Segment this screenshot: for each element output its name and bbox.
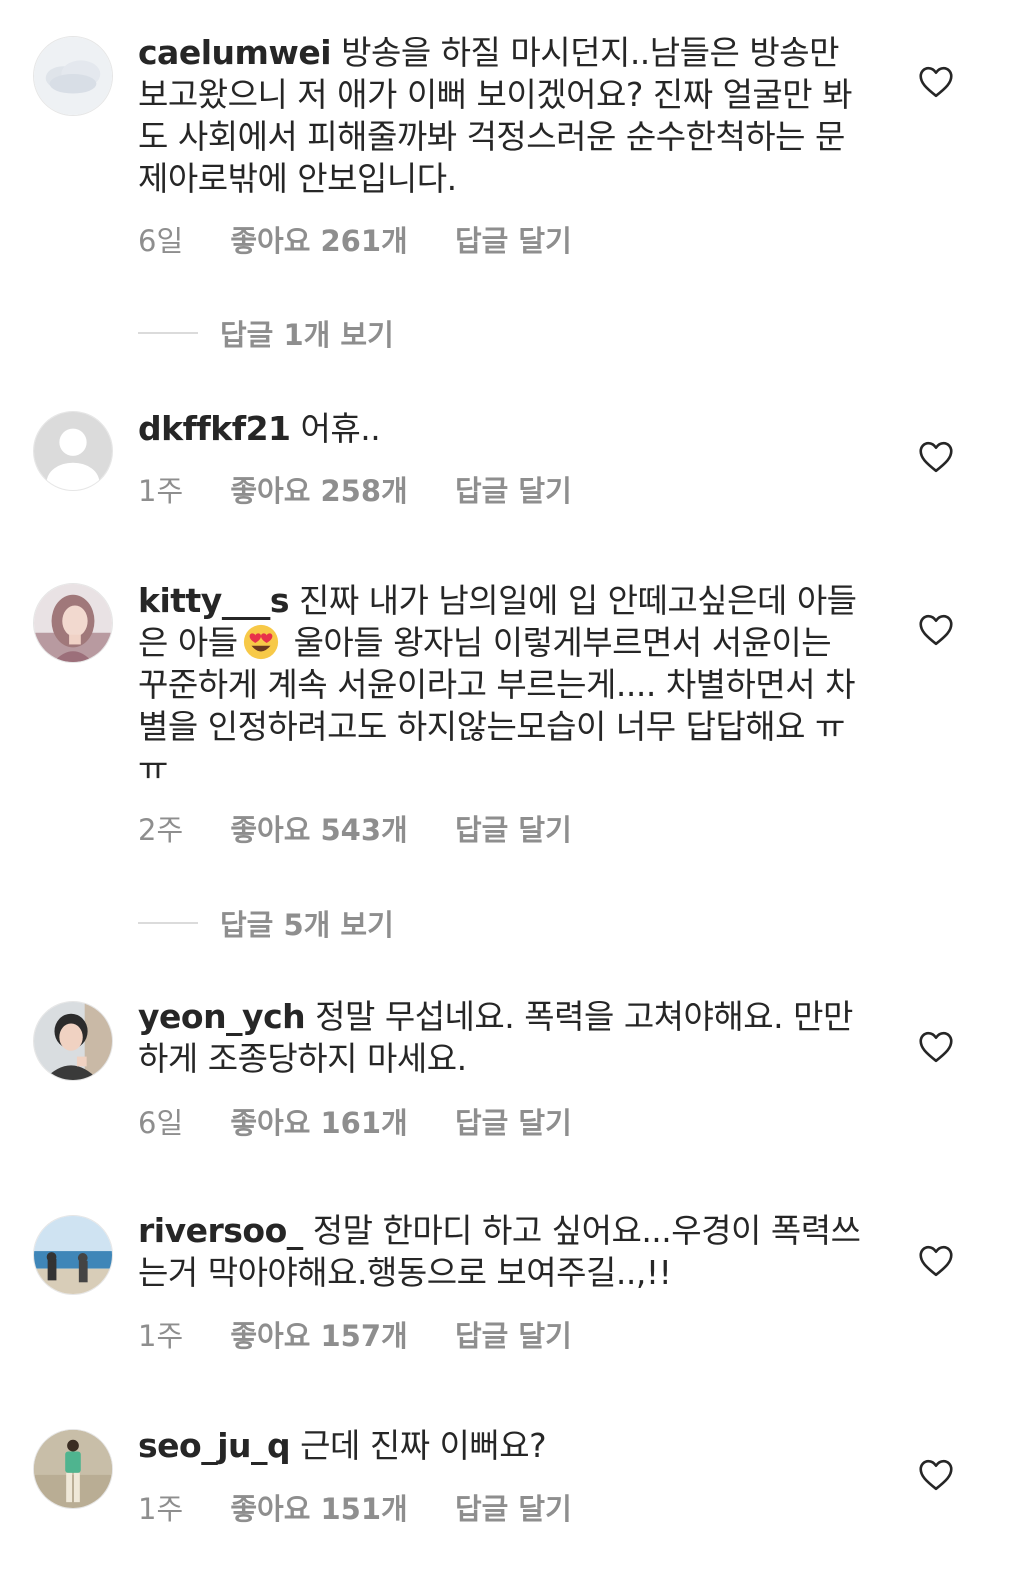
comment-time: 1주	[138, 1492, 184, 1526]
comment-likes[interactable]: 좋아요 151개	[230, 1492, 407, 1526]
comment-likes[interactable]: 좋아요 161개	[230, 1106, 407, 1140]
comment-time: 1주	[138, 1319, 184, 1353]
comment-meta: 6일 좋아요 161개 답글 달기	[138, 1100, 610, 1142]
heart-eyes-emoji-icon	[242, 623, 280, 661]
comment-username[interactable]: yeon_ych	[138, 997, 306, 1036]
comment-meta: 1주 좋아요 258개 답글 달기	[138, 468, 610, 510]
reply-button[interactable]: 답글 달기	[455, 1319, 572, 1353]
comment-body: yeon_ych 정말 무섭네요. 폭력을 고쳐야해요. 만만하게 조종당하지 마…	[138, 996, 868, 1080]
like-heart-icon[interactable]	[918, 1031, 954, 1063]
like-heart-icon[interactable]	[918, 441, 954, 473]
comment-username[interactable]: seo_ju_q	[138, 1426, 291, 1465]
view-replies-label: 답글 5개 보기	[220, 908, 394, 942]
comment-likes[interactable]: 좋아요 157개	[230, 1319, 407, 1353]
comment-username[interactable]: caelumwei	[138, 33, 332, 72]
comment-text: 근데 진짜 이뻐요?	[300, 1426, 547, 1465]
cloud-avatar-icon[interactable]	[33, 36, 113, 116]
comment-time: 6일	[138, 224, 184, 258]
comment-username[interactable]: dkffkf21	[138, 409, 291, 448]
comment-time: 1주	[138, 474, 184, 508]
reply-button[interactable]: 답글 달기	[455, 474, 572, 508]
beach-photo-avatar-icon[interactable]	[33, 1215, 113, 1295]
view-replies-button[interactable]: 답글 5개 보기	[138, 902, 394, 944]
like-heart-icon[interactable]	[918, 1459, 954, 1491]
like-heart-icon[interactable]	[918, 66, 954, 98]
reply-button[interactable]: 답글 달기	[455, 1106, 572, 1140]
comment-meta: 6일 좋아요 261개 답글 달기	[138, 218, 610, 260]
comment-time: 6일	[138, 1106, 184, 1140]
replies-divider-line	[138, 922, 198, 924]
like-heart-icon[interactable]	[918, 614, 954, 646]
girl-photo-avatar-icon[interactable]	[33, 583, 113, 663]
default-user-avatar-icon[interactable]	[33, 411, 113, 491]
view-replies-label: 답글 1개 보기	[220, 318, 394, 352]
comment-body: dkffkf21 어휴..	[138, 408, 868, 450]
comment-body: riversoo_ 정말 한마디 하고 싶어요...우경이 폭력쓰는거 막아야해요…	[138, 1210, 868, 1294]
comment-body: seo_ju_q 근데 진짜 이뻐요?	[138, 1425, 868, 1467]
like-heart-icon[interactable]	[918, 1245, 954, 1277]
comment-text: 어휴..	[300, 409, 381, 448]
reply-button[interactable]: 답글 달기	[455, 224, 572, 258]
view-replies-button[interactable]: 답글 1개 보기	[138, 312, 394, 354]
fashion-photo-avatar-icon[interactable]	[33, 1429, 113, 1509]
comment-likes[interactable]: 좋아요 258개	[230, 474, 407, 508]
replies-divider-line	[138, 332, 198, 334]
comment-body: kitty___s 진짜 내가 남의일에 입 안떼고싶은데 아들은 아들 울아들 …	[138, 580, 868, 790]
comment-meta: 1주 좋아요 157개 답글 달기	[138, 1313, 610, 1355]
comment-likes[interactable]: 좋아요 261개	[230, 224, 407, 258]
comment-username[interactable]: riversoo_	[138, 1211, 303, 1250]
comment-body: caelumwei 방송을 하질 마시던지..남들은 방송만 보고왔으니 저 애가…	[138, 32, 868, 200]
comment-time: 2주	[138, 813, 184, 847]
boy-photo-avatar-icon[interactable]	[33, 1001, 113, 1081]
reply-button[interactable]: 답글 달기	[455, 1492, 572, 1526]
comment-meta: 1주 좋아요 151개 답글 달기	[138, 1486, 610, 1528]
comment-likes[interactable]: 좋아요 543개	[230, 813, 407, 847]
comment-meta: 2주 좋아요 543개 답글 달기	[138, 807, 610, 849]
comment-username[interactable]: kitty___s	[138, 581, 289, 620]
reply-button[interactable]: 답글 달기	[455, 813, 572, 847]
